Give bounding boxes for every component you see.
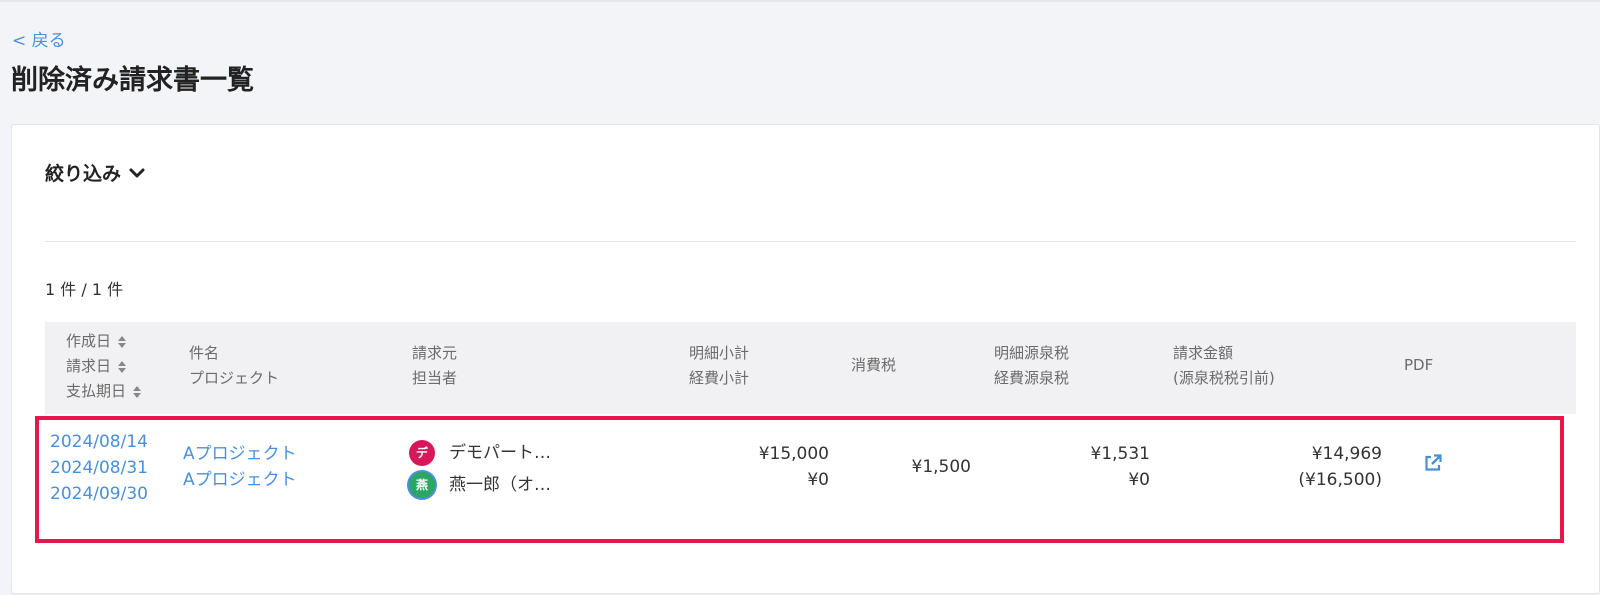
billed-date[interactable]: 2024/08/31 (50, 455, 148, 481)
top-border (0, 0, 1600, 2)
table-header: 作成日 請求日 支払期日 件名 プロジェクト 請求元 担当者 明細小計 経費小計… (45, 322, 1576, 414)
filter-toggle[interactable]: 絞り込み (45, 159, 145, 186)
tax-amount: ¥1,500 (911, 457, 971, 477)
row-subtotals: ¥15,000 ¥0 (729, 441, 829, 493)
result-count: 1 件 / 1 件 (45, 280, 124, 299)
header-due-label: 支払期日 (66, 382, 127, 400)
due-date[interactable]: 2024/09/30 (50, 481, 148, 507)
item-subtotal: ¥15,000 (758, 444, 829, 464)
header-amount-label: 請求金額 (1173, 344, 1234, 362)
sort-billed-date[interactable]: 請求日 (66, 354, 142, 379)
header-expense-subtotal-label: 経費小計 (689, 369, 750, 387)
row-subject: Aプロジェクト Aプロジェクト (183, 441, 297, 493)
issuer-name: デモパート… (449, 443, 551, 463)
assignee-avatar: 燕 (409, 472, 435, 498)
sort-icon (133, 385, 142, 398)
back-link[interactable]: < 戻る (12, 26, 66, 51)
header-subject: 件名 プロジェクト (189, 341, 279, 391)
subject-link[interactable]: Aプロジェクト (183, 441, 297, 467)
table-row[interactable]: 2024/08/14 2024/08/31 2024/09/30 Aプロジェクト… (45, 417, 1576, 544)
sort-due-date[interactable]: 支払期日 (66, 379, 142, 404)
item-withholding: ¥1,531 (1090, 444, 1150, 464)
chevron-down-icon (129, 168, 145, 177)
header-amount: 請求金額 (源泉税税引前) (1173, 341, 1275, 391)
expense-subtotal: ¥0 (807, 470, 829, 490)
external-link-icon (1425, 454, 1442, 471)
header-issuer-label: 請求元 (412, 344, 458, 362)
header-dates: 作成日 請求日 支払期日 (66, 329, 142, 404)
header-project-label: プロジェクト (189, 369, 280, 387)
invoice-list-card: 絞り込み 1 件 / 1 件 作成日 請求日 支払期日 件名 プロジェクト 請求… (11, 124, 1600, 594)
header-amount-before-label: (源泉税税引前) (1173, 369, 1275, 387)
pdf-link[interactable] (1423, 453, 1443, 481)
header-subtotal: 明細小計 経費小計 (689, 341, 749, 391)
divider (45, 241, 1576, 242)
sort-icon (118, 335, 127, 348)
header-subject-label: 件名 (189, 344, 220, 362)
invoice-amount-before-tax: (¥16,500) (1298, 470, 1382, 490)
header-expense-withholding-label: 経費源泉税 (994, 369, 1070, 387)
header-tax: 消費税 (851, 356, 897, 374)
issuer: デ デモパート… (409, 437, 551, 469)
header-created-label: 作成日 (66, 332, 112, 350)
sort-icon (118, 360, 127, 373)
row-people: デ デモパート… 燕 燕一郎（オ… (409, 437, 551, 501)
assignee-name: 燕一郎（オ… (449, 475, 551, 495)
row-withholding: ¥1,531 ¥0 (1050, 441, 1150, 493)
filter-label: 絞り込み (45, 163, 122, 185)
header-billed-label: 請求日 (66, 357, 112, 375)
header-withholding: 明細源泉税 経費源泉税 (994, 341, 1069, 391)
header-pdf: PDF (1404, 356, 1434, 374)
sort-created-date[interactable]: 作成日 (66, 329, 142, 354)
header-item-subtotal-label: 明細小計 (689, 344, 750, 362)
row-dates: 2024/08/14 2024/08/31 2024/09/30 (50, 429, 148, 507)
created-date[interactable]: 2024/08/14 (50, 429, 148, 455)
invoice-amount: ¥14,969 (1311, 444, 1382, 464)
page-title: 削除済み請求書一覧 (11, 65, 254, 96)
header-item-withholding-label: 明細源泉税 (994, 344, 1070, 362)
issuer-avatar: デ (409, 440, 435, 466)
assignee: 燕 燕一郎（オ… (409, 469, 551, 501)
expense-withholding: ¥0 (1128, 470, 1150, 490)
header-issuer: 請求元 担当者 (412, 341, 457, 391)
row-amount: ¥14,969 (¥16,500) (1242, 441, 1382, 493)
project-link[interactable]: Aプロジェクト (183, 467, 297, 493)
header-assignee-label: 担当者 (412, 369, 458, 387)
